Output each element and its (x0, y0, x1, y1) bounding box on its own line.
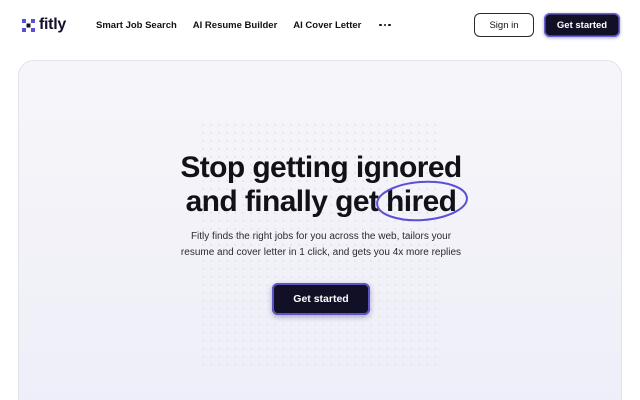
fitly-logo-icon (22, 18, 35, 32)
hero-headline: Stop getting ignored and finally get hir… (19, 151, 621, 222)
subtext-line-2: resume and cover letter in 1 click, and … (180, 246, 462, 258)
main-nav: Smart Job Search AI Resume Builder AI Co… (96, 17, 393, 33)
sign-in-button[interactable]: Sign in (474, 13, 534, 37)
site-header: fitly Smart Job Search AI Resume Builder… (0, 0, 640, 50)
headline-line-2: and finally get hired (19, 180, 621, 222)
logo-link[interactable]: fitly (22, 15, 66, 35)
headline-line-2-prefix: and finally get (185, 185, 387, 218)
nav-ai-cover-letter[interactable]: AI Cover Letter (293, 20, 361, 31)
dot (383, 23, 387, 27)
nav-ai-resume-builder[interactable]: AI Resume Builder (193, 20, 277, 31)
nav-smart-job-search[interactable]: Smart Job Search (96, 20, 177, 31)
hero-get-started-button[interactable]: Get started (272, 283, 370, 315)
dot (379, 23, 382, 27)
subtext-line-1: Fitly finds the right jobs for you acros… (190, 231, 452, 242)
hero-subtext: Fitly finds the right jobs for you acros… (19, 229, 621, 260)
headline-highlight: hired (386, 185, 457, 218)
more-horizontal-icon[interactable] (377, 20, 392, 30)
page: fitly Smart Job Search AI Resume Builder… (0, 0, 640, 400)
dot (388, 23, 391, 27)
headline-line-1: Stop getting ignored (180, 151, 462, 184)
hero-section: Stop getting ignored and finally get hir… (18, 60, 622, 400)
brand-name: fitly (39, 16, 66, 33)
header-get-started-button[interactable]: Get started (544, 13, 620, 37)
highlighted-word: hired (376, 180, 468, 222)
